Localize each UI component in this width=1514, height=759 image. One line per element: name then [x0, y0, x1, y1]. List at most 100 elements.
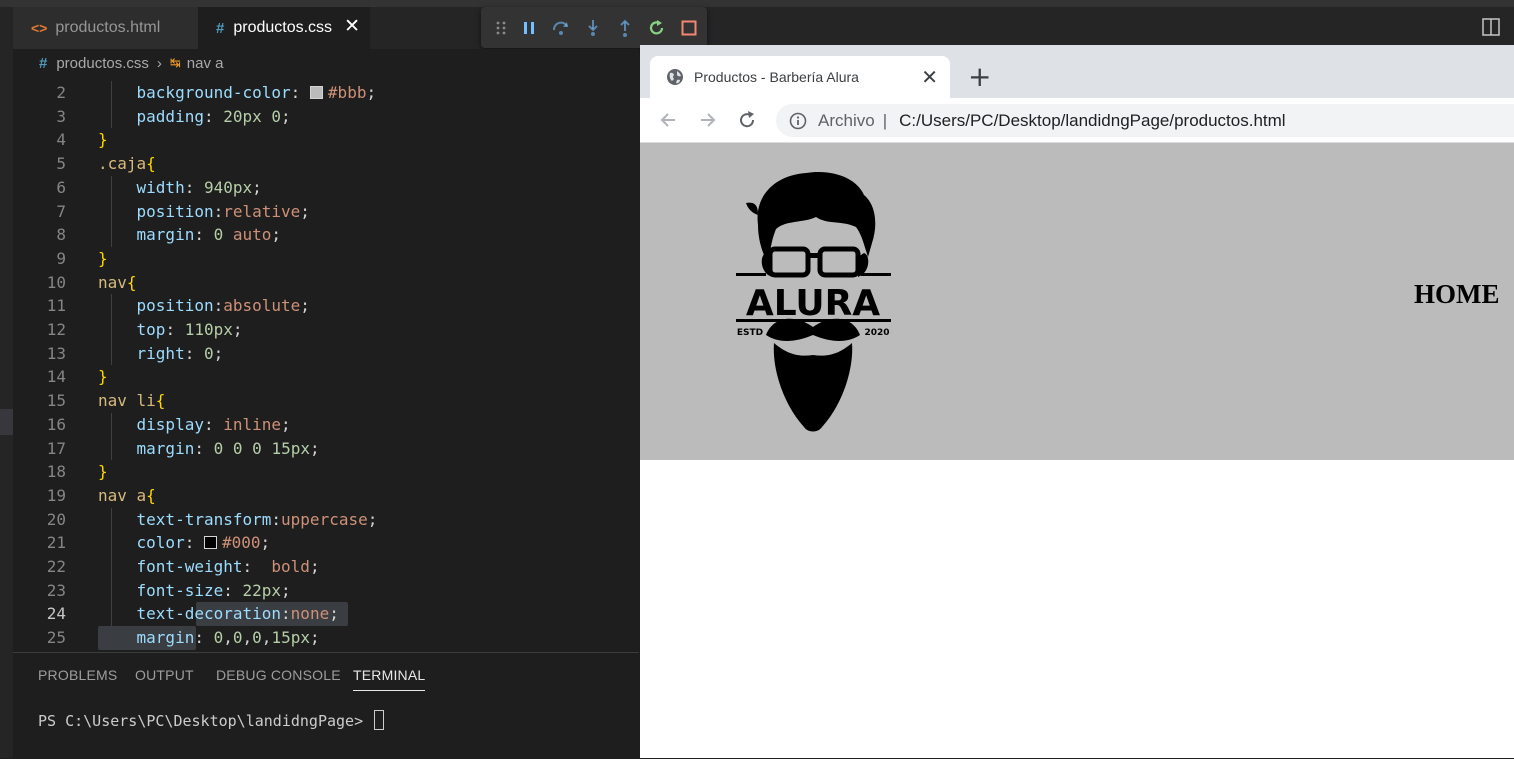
forward-button[interactable] — [696, 108, 720, 132]
code-token: 0 — [232, 438, 243, 458]
tab-output[interactable]: OUTPUT — [135, 667, 194, 683]
code-line[interactable]: 25 margin: 0,0,0,15px; — [13, 626, 639, 650]
line-number: 24 — [46, 604, 66, 624]
code-token: : — [184, 343, 204, 363]
code-line[interactable]: 13 right: 0; — [13, 342, 639, 366]
code-token: absolute — [223, 296, 301, 316]
restart-button[interactable] — [641, 13, 673, 43]
code-line[interactable]: 10 nav{ — [13, 271, 639, 295]
code-line[interactable]: 22 font-weight: bold; — [13, 555, 639, 579]
code-line[interactable]: 11 position:absolute; — [13, 294, 639, 318]
code-token: 22px — [242, 580, 282, 600]
address-bar[interactable]: Archivo | C:/Users/PC/Desktop/landidngPa… — [776, 104, 1514, 137]
browser-toolbar: Archivo | C:/Users/PC/Desktop/landidngPa… — [640, 98, 1514, 142]
info-icon[interactable] — [789, 112, 807, 130]
code-token: position — [136, 201, 214, 221]
globe-icon — [667, 69, 683, 85]
code-line[interactable]: 9} — [13, 247, 639, 271]
tab-label: productos.css — [233, 19, 333, 36]
close-tab-icon[interactable]: ✕ — [344, 17, 360, 37]
code-line[interactable]: 15 nav li{ — [13, 389, 639, 413]
code-line[interactable]: 16 display: inline; — [13, 413, 639, 437]
breadcrumb-symbol[interactable]: nav a — [187, 55, 224, 72]
code-line[interactable]: 3 padding: 20px 0; — [13, 105, 639, 129]
step-out-button[interactable] — [609, 13, 641, 43]
code-line[interactable]: 4} — [13, 128, 639, 152]
code-token: nav li — [98, 391, 156, 411]
reload-button[interactable] — [735, 108, 759, 132]
code-line[interactable]: 7 position:relative; — [13, 200, 639, 224]
tab-productos-html[interactable]: <> productos.html — [13, 7, 198, 49]
code-text: } — [98, 365, 108, 389]
close-tab-icon[interactable]: ✕ — [921, 65, 938, 89]
split-editor-icon[interactable] — [1482, 18, 1500, 36]
tab-debug-console[interactable]: DEBUG CONSOLE — [216, 667, 341, 683]
code-line[interactable]: 24 text-decoration:none; — [13, 602, 639, 626]
line-number: 22 — [46, 557, 66, 576]
restart-icon — [649, 19, 664, 34]
code-token: : — [203, 106, 224, 126]
code-line[interactable]: 18} — [13, 460, 639, 484]
code-text: width: 940px; — [98, 176, 262, 200]
stop-icon — [681, 20, 697, 35]
code-token: : — [194, 628, 214, 648]
code-line[interactable]: 14} — [13, 365, 639, 389]
code-token: ; — [309, 628, 320, 648]
logo-word: ALURA — [746, 283, 880, 324]
tab-problems[interactable]: PROBLEMS — [38, 667, 117, 683]
window-top-strip — [0, 0, 1514, 7]
line-number: 2 — [56, 83, 66, 102]
drag-grip-icon[interactable] — [489, 13, 513, 43]
line-number: 25 — [46, 628, 66, 648]
line-number: 8 — [56, 225, 66, 245]
logo-year: 2020 — [864, 328, 889, 338]
code-line[interactable]: 21 color: #000; — [13, 531, 639, 555]
new-tab-button[interactable]: + — [968, 60, 991, 93]
code-token: 940px — [203, 177, 253, 197]
code-text: margin: 0 auto; — [98, 223, 282, 247]
color-swatch[interactable] — [309, 86, 323, 99]
code-token: , — [242, 628, 253, 648]
tab-terminal[interactable]: TERMINAL — [353, 667, 426, 691]
back-button[interactable] — [656, 108, 680, 132]
code-line[interactable]: 19 nav a{ — [13, 484, 639, 508]
code-line[interactable]: 12 top: 110px; — [13, 318, 639, 342]
pause-button[interactable] — [513, 13, 545, 43]
address-url[interactable]: C:/Users/PC/Desktop/landidngPage/product… — [899, 111, 1285, 131]
code-line[interactable]: 20 text-transform:uppercase; — [13, 508, 639, 532]
stop-button[interactable] — [673, 13, 705, 43]
nav-home-link[interactable]: home — [1414, 279, 1500, 310]
code-token: 15px — [271, 438, 310, 458]
code-text: nav a{ — [98, 484, 156, 508]
bottom-panel: PROBLEMS OUTPUT DEBUG CONSOLE TERMINAL P… — [13, 652, 639, 759]
step-into-icon — [588, 19, 598, 36]
breadcrumb: # productos.css › ↹ nav a — [13, 49, 639, 77]
step-into-button[interactable] — [577, 13, 609, 43]
code-line[interactable]: 6 width: 940px; — [13, 176, 639, 200]
color-swatch[interactable] — [203, 536, 217, 550]
code-token: inline — [223, 414, 282, 434]
step-over-button[interactable] — [545, 13, 577, 43]
code-line[interactable]: 17 margin: 0 0 0 15px; — [13, 437, 639, 461]
code-token: { — [155, 391, 166, 411]
code-line[interactable]: 2 background-color: #bbb; — [13, 81, 639, 105]
tab-productos-css[interactable]: # productos.css ✕ — [198, 7, 370, 49]
code-text: color: #000; — [98, 531, 271, 555]
code-token: ; — [329, 604, 339, 624]
code-token: : — [194, 438, 214, 458]
code-line[interactable]: 23 font-size: 22px; — [13, 579, 639, 603]
browser-tab[interactable]: Productos - Barbería Alura ✕ — [650, 56, 950, 98]
breadcrumb-file[interactable]: productos.css — [56, 55, 149, 72]
terminal[interactable]: PS C:\Users\PC\Desktop\landidngPage> — [38, 710, 385, 730]
code-line[interactable]: 8 margin: 0 auto; — [13, 223, 639, 247]
code-token: ; — [281, 580, 291, 600]
code-line[interactable]: 5 .caja{ — [13, 152, 639, 176]
terminal-prompt: PS C:\Users\PC\Desktop\landidngPage> — [38, 712, 373, 730]
code-editor[interactable]: 2 background-color: #bbb; 3 padding: 20px… — [13, 79, 639, 651]
